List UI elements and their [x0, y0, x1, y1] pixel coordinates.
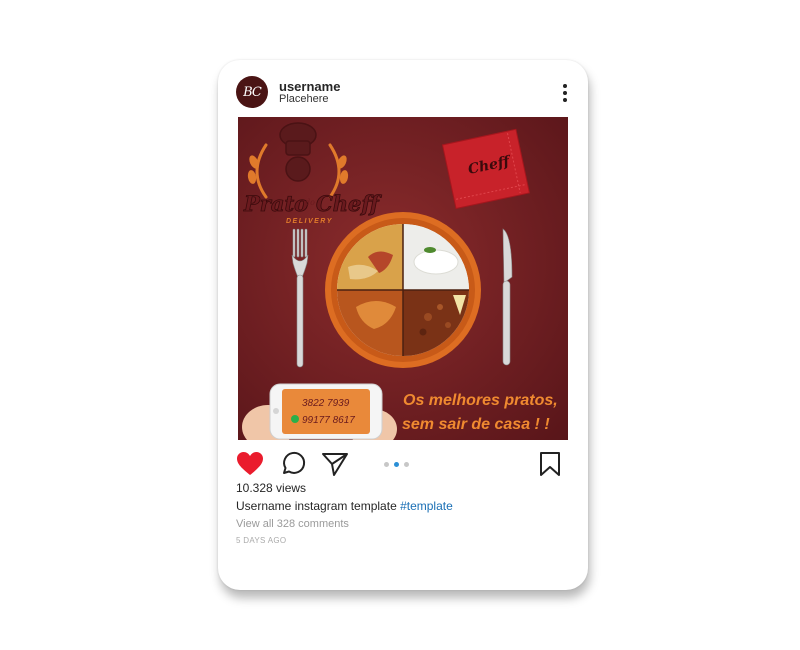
chef-hat-icon [279, 122, 317, 182]
carousel-indicator [384, 462, 409, 467]
avatar-initials: BC [243, 84, 262, 100]
brand-logo-sub: DELIVERY [286, 218, 333, 225]
heart-icon[interactable] [236, 451, 264, 477]
napkin: Cheff [441, 128, 530, 210]
brand-logo-main: Prato [243, 191, 308, 216]
username-label[interactable]: username [279, 79, 340, 94]
bookmark-icon[interactable] [539, 451, 561, 477]
slogan-line-2: sem sair de casa ! ! [402, 416, 550, 433]
hands-phone: 3822 7939 99177 8617 [242, 383, 397, 440]
comment-icon[interactable] [280, 451, 306, 477]
carousel-dot[interactable] [384, 462, 389, 467]
phone-number-1: 3822 7939 [302, 398, 350, 409]
caption: Username instagram template #template [236, 499, 453, 513]
timestamp: 5 DAYS AGO [236, 536, 287, 545]
caption-hashtag[interactable]: #template [400, 499, 453, 513]
caption-text: instagram template [291, 499, 401, 513]
fork-icon [291, 228, 309, 368]
post-image[interactable]: Prato do Cheff DELIVERY Cheff 3822 7939 … [238, 117, 568, 440]
instagram-post-card: BC username Placehere Prato do Cheff DEL… [218, 60, 588, 590]
whatsapp-icon [291, 415, 299, 423]
more-options-icon[interactable] [555, 82, 575, 104]
knife-icon [502, 228, 513, 366]
avatar[interactable]: BC [236, 76, 268, 108]
caption-username[interactable]: Username [236, 499, 291, 513]
phone-number-2: 99177 8617 [302, 415, 355, 426]
carousel-dot[interactable] [404, 462, 409, 467]
view-comments-link[interactable]: View all 328 comments [236, 518, 349, 530]
brand-logo-join: do [305, 198, 315, 207]
slogan-line-1: Os melhores pratos, [403, 392, 558, 409]
views-count: 10.328 views [236, 481, 307, 495]
brand-logo-second: Cheff [316, 191, 382, 216]
send-icon[interactable] [321, 451, 349, 477]
location-label[interactable]: Placehere [279, 93, 329, 105]
plate [325, 212, 481, 368]
carousel-dot-active[interactable] [394, 462, 399, 467]
